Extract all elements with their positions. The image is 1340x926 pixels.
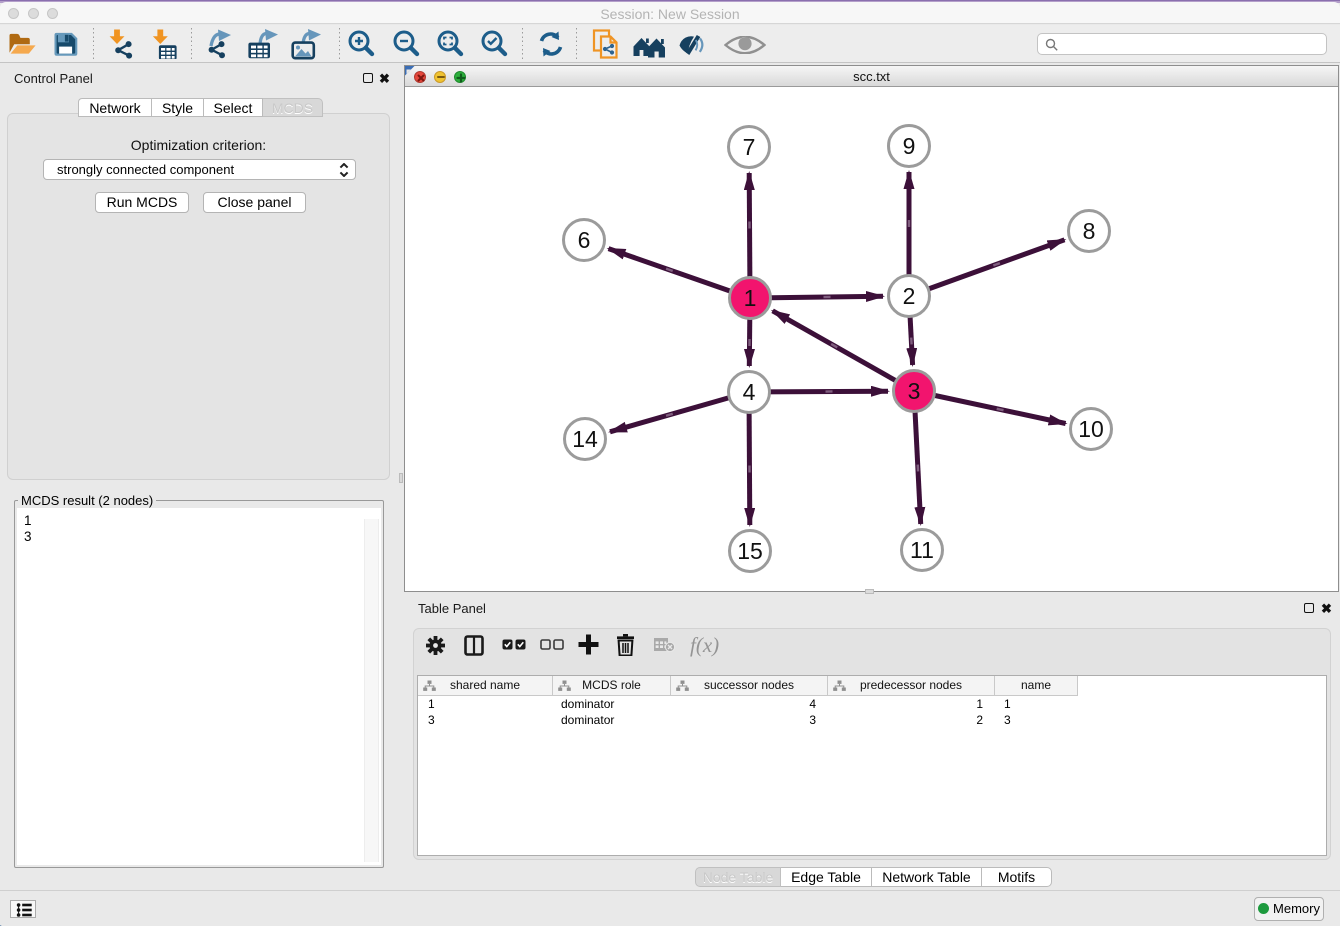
svg-text:10: 10 [1078, 416, 1104, 442]
svg-text:15: 15 [737, 538, 763, 564]
svg-text:6: 6 [578, 227, 591, 253]
svg-text:2: 2 [903, 283, 916, 309]
svg-text:9: 9 [903, 133, 916, 159]
svg-text:7: 7 [743, 134, 756, 160]
svg-text:1: 1 [744, 285, 757, 311]
svg-text:8: 8 [1083, 218, 1096, 244]
svg-text:11: 11 [910, 537, 934, 563]
svg-text:14: 14 [572, 426, 598, 452]
svg-text:4: 4 [743, 379, 756, 405]
svg-text:3: 3 [908, 378, 921, 404]
